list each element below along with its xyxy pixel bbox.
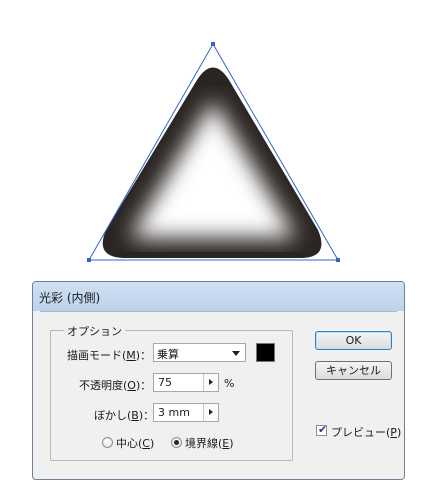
stepper-arrow-icon[interactable]	[203, 404, 218, 421]
edge-radio-label[interactable]: 境界線(E)	[185, 435, 234, 451]
anchor-point-right[interactable]	[336, 258, 340, 262]
anchor-point-top[interactable]	[211, 42, 215, 46]
blend-mode-select[interactable]: 乗算	[153, 343, 246, 362]
preview-checkbox[interactable]: ✔	[316, 423, 328, 436]
glow-color-swatch[interactable]	[256, 343, 275, 362]
edge-radio[interactable]	[171, 437, 182, 448]
center-radio-label[interactable]: 中心(C)	[116, 435, 154, 451]
inner-glow-dialog: 光彩 (内側) オプション 描画モード(M)： 乗算 不透明度(O)： 75 %…	[32, 281, 405, 480]
options-legend: オプション	[64, 323, 125, 339]
opacity-label: 不透明度(O)：	[79, 379, 152, 392]
chevron-down-icon	[232, 351, 240, 356]
opacity-stepper[interactable]: 75	[153, 373, 219, 392]
center-radio[interactable]	[102, 437, 113, 448]
blur-label: ぼかし(B)：	[94, 409, 155, 422]
dialog-body: オプション 描画モード(M)： 乗算 不透明度(O)： 75 % ぼかし(B)：…	[40, 311, 401, 472]
blur-value: 3 mm	[158, 406, 190, 419]
preview-label[interactable]: プレビュー(P)	[331, 424, 401, 440]
glowing-triangle-shape[interactable]	[102, 67, 322, 259]
blend-mode-label: 描画モード(M)：	[67, 349, 152, 362]
blur-stepper[interactable]: 3 mm	[153, 403, 219, 422]
stepper-arrow-icon[interactable]	[203, 374, 218, 391]
ok-button[interactable]: OK	[315, 331, 392, 350]
artboard-canvas	[87, 42, 340, 262]
opacity-unit: %	[224, 377, 235, 390]
checkmark-icon: ✔	[318, 423, 328, 436]
dialog-titlebar[interactable]: 光彩 (内側)	[33, 282, 404, 311]
anchor-point-left[interactable]	[87, 258, 91, 262]
opacity-value: 75	[158, 376, 172, 389]
dialog-title: 光彩 (内側)	[39, 291, 101, 305]
cancel-button[interactable]: キャンセル	[315, 361, 392, 380]
radio-selected-dot	[174, 440, 179, 445]
blend-mode-value: 乗算	[157, 348, 179, 361]
